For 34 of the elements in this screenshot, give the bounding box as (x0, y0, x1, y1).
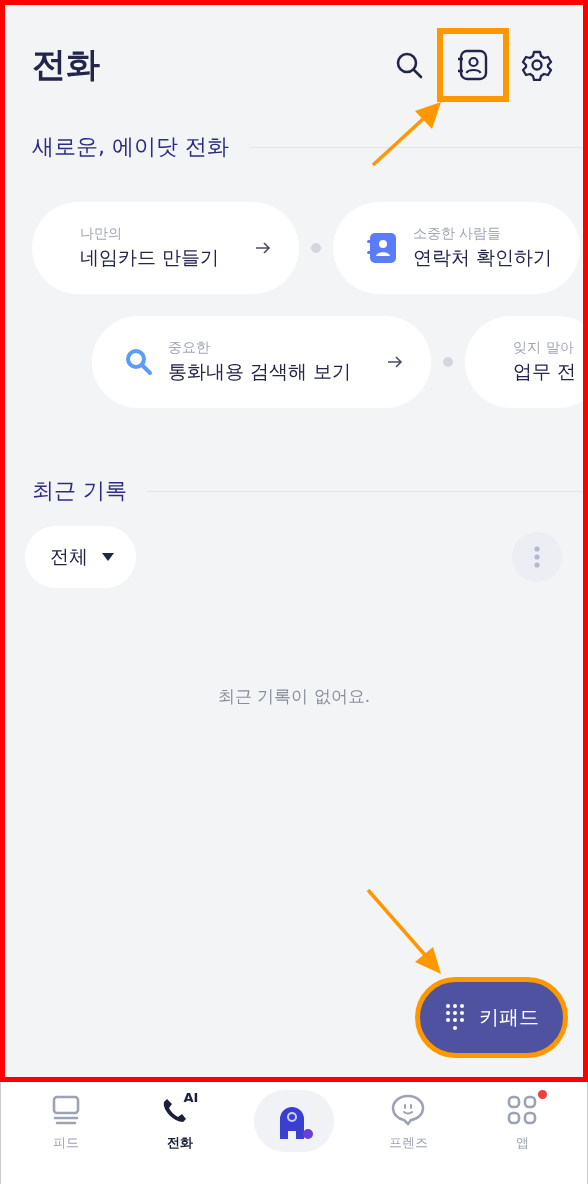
nav-tab[interactable]: AI 전화 (130, 1090, 230, 1184)
separator-dot (443, 357, 454, 367)
search-icon (124, 347, 154, 377)
settings-icon (521, 49, 553, 81)
card-title: 업무 전 (513, 359, 577, 384)
card-subtitle: 나만의 (80, 225, 123, 243)
card-subtitle: 잊지 말아 (513, 339, 575, 357)
contacts-button[interactable] (437, 28, 509, 102)
smiley-bubble-icon (391, 1094, 425, 1126)
card-subtitle: 소중한 사람들 (413, 225, 503, 243)
shortcut-card[interactable]: 중요한 통화내용 검색해 보기 (92, 316, 432, 408)
keypad-button[interactable]: 키패드 (415, 977, 568, 1058)
caret-icon (102, 553, 114, 561)
annotation-arrow (371, 102, 441, 167)
monitor-icon (51, 1095, 81, 1125)
apps-grid-icon (507, 1095, 537, 1125)
shortcut-card[interactable]: 소중한 사람들 연락처 확인하기 (333, 202, 581, 294)
section-title: 새로운, 에이닷 전화 (32, 133, 229, 161)
page-title: 전화 (32, 43, 100, 86)
shortcut-card[interactable]: 잊지 말아 업무 전 (465, 316, 583, 408)
filter-dropdown[interactable]: 전체 (25, 526, 136, 588)
section-title: 최근 기록 (32, 477, 127, 505)
ai-label: AI (183, 1090, 199, 1105)
card-subtitle: 중요한 (168, 339, 211, 357)
separator-dot (311, 243, 322, 253)
card-title: 통화내용 검색해 보기 (168, 359, 352, 384)
contact-book-icon (456, 48, 490, 82)
card-title: 네임카드 만들기 (80, 245, 220, 270)
more-icon (534, 546, 540, 568)
keypad-icon (444, 1002, 465, 1033)
search-icon (394, 50, 424, 80)
card-title: 연락처 확인하기 (413, 245, 553, 270)
shortcut-card[interactable]: 나만의 네임카드 만들기 (32, 202, 300, 294)
empty-message: 최근 기록이 없어요. (216, 685, 372, 708)
